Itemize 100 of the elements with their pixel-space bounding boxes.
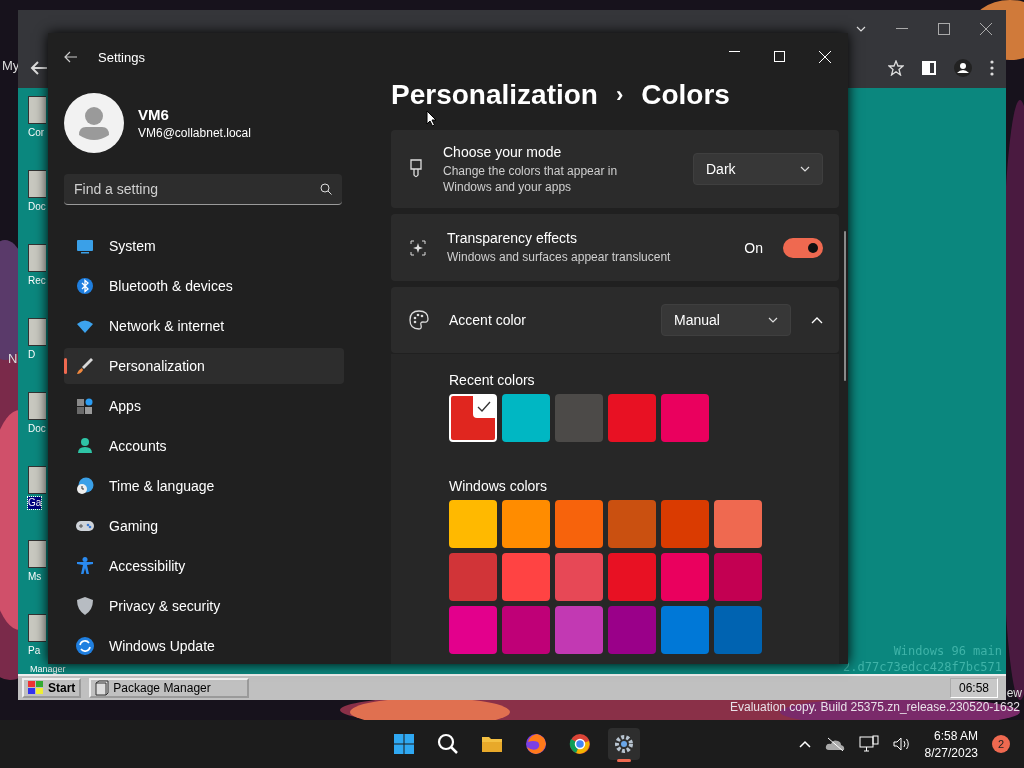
back-arrow-icon[interactable] <box>30 60 48 76</box>
desktop-icon-label[interactable]: Doc <box>28 423 46 435</box>
nav-item[interactable]: Accessibility <box>64 548 344 584</box>
windows-logo-icon <box>28 681 44 695</box>
star-icon[interactable] <box>888 60 904 76</box>
color-swatch[interactable] <box>608 553 656 601</box>
color-swatch[interactable] <box>502 500 550 548</box>
desktop-icon[interactable] <box>28 392 46 420</box>
color-swatch[interactable] <box>714 500 762 548</box>
desktop-icon-label[interactable]: Rec <box>28 275 46 287</box>
taskbar-button[interactable]: Package Manager <box>89 678 250 698</box>
color-swatch[interactable] <box>555 500 603 548</box>
desktop-icon-label[interactable]: Ms <box>28 571 42 583</box>
nav-item[interactable]: Apps <box>64 388 344 424</box>
search-icon <box>436 732 460 756</box>
desktop-icon[interactable] <box>28 466 46 494</box>
person-icon <box>75 436 95 456</box>
color-swatch[interactable] <box>714 606 762 654</box>
card-title: Transparency effects <box>447 230 578 246</box>
browser-icon <box>568 732 592 756</box>
card-title: Choose your mode <box>443 143 563 160</box>
back-arrow-icon[interactable] <box>64 51 78 63</box>
color-swatch[interactable] <box>555 553 603 601</box>
toggle-switch[interactable] <box>783 237 823 258</box>
color-swatch[interactable] <box>555 606 603 654</box>
color-swatch[interactable] <box>661 394 709 442</box>
update-icon <box>75 636 95 656</box>
breadcrumb-separator: › <box>615 82 624 108</box>
window-title: Settings <box>98 49 145 65</box>
color-swatch[interactable] <box>661 606 709 654</box>
page-title: Colors <box>641 81 730 111</box>
card-description: Windows and surfaces appear translucent <box>447 249 672 265</box>
avatar-icon[interactable] <box>64 92 124 153</box>
browser-icon <box>524 732 548 756</box>
desktop-icon-label[interactable]: D <box>28 349 36 361</box>
gear-icon <box>612 732 636 756</box>
desktop-icon[interactable] <box>28 540 46 568</box>
toggle-state: On <box>744 239 763 256</box>
apps-icon <box>75 396 95 416</box>
color-swatch[interactable] <box>449 500 497 548</box>
color-swatch[interactable] <box>608 606 656 654</box>
desktop-icon[interactable] <box>28 244 46 272</box>
color-swatch[interactable] <box>502 553 550 601</box>
color-swatch[interactable] <box>555 394 603 442</box>
nav-item[interactable]: Gaming <box>64 508 344 544</box>
evaluation-text: Evaluation copy. Build 25375.zn_release.230520-1632 <box>730 700 1020 714</box>
nav-item[interactable]: System <box>64 228 344 264</box>
nav-item[interactable]: Accounts <box>64 428 344 464</box>
nav-item[interactable]: Network & internet <box>64 308 344 344</box>
desktop-icon[interactable] <box>28 318 46 346</box>
user-email: VM6@collabnet.local <box>138 125 251 140</box>
nav-item[interactable]: Time & language <box>64 468 344 504</box>
start-button[interactable]: Start <box>22 678 82 698</box>
profile-icon[interactable] <box>954 59 972 77</box>
desktop-icon-label[interactable]: Ga <box>28 497 42 509</box>
color-swatch[interactable] <box>714 553 762 601</box>
desktop-icon-label[interactable]: Pa <box>28 645 41 657</box>
brush-icon <box>409 159 423 179</box>
palette-icon <box>409 310 429 330</box>
chevron-up-icon[interactable] <box>811 316 823 324</box>
taskbar-app-button[interactable] <box>608 728 640 760</box>
clock-date[interactable]: 8/27/2023 <box>924 745 978 760</box>
desktop-icon[interactable] <box>28 170 46 198</box>
desktop-icon[interactable] <box>28 614 46 642</box>
desktop-icon-label[interactable]: Cor <box>28 127 45 139</box>
color-swatch[interactable] <box>608 500 656 548</box>
accessibility-icon <box>75 556 95 576</box>
bluetooth-icon <box>75 276 95 296</box>
color-swatch[interactable] <box>449 606 497 654</box>
desktop-icon-label: N <box>8 351 18 366</box>
desktop-icon-label[interactable]: Doc <box>28 201 46 213</box>
nav-item[interactable]: Personalization <box>64 348 344 384</box>
color-swatch[interactable] <box>661 500 709 548</box>
accent-dropdown[interactable]: Manual <box>661 304 791 336</box>
cloud-off-icon[interactable] <box>824 737 845 751</box>
notification-badge[interactable]: 2 <box>992 735 1010 753</box>
clock-time[interactable]: 6:58 AM <box>933 728 978 743</box>
mode-dropdown[interactable]: Dark <box>693 153 823 185</box>
color-swatch[interactable] <box>661 553 709 601</box>
color-swatch[interactable] <box>449 394 497 442</box>
color-swatch[interactable] <box>608 394 656 442</box>
minimize-icon[interactable] <box>729 51 740 53</box>
volume-icon[interactable] <box>892 737 911 751</box>
sidebar-icon[interactable] <box>922 61 936 75</box>
breadcrumb-link[interactable]: Personalization <box>391 81 598 111</box>
search-field[interactable]: Find a setting <box>64 174 342 205</box>
color-swatch[interactable] <box>502 394 550 442</box>
nav-item[interactable]: Windows Update <box>64 628 344 664</box>
desktop-icon-label[interactable]: Manager <box>30 664 66 674</box>
nav-item[interactable]: Privacy & security <box>64 588 344 624</box>
color-swatch[interactable] <box>502 606 550 654</box>
card-title: Accent color <box>449 312 528 328</box>
color-swatch[interactable] <box>449 553 497 601</box>
nav-item[interactable]: Bluetooth & devices <box>64 268 344 304</box>
chevron-up-icon[interactable] <box>798 740 811 748</box>
network-icon[interactable] <box>858 735 879 753</box>
more-icon[interactable] <box>990 60 994 76</box>
desktop-icon[interactable] <box>28 96 46 124</box>
desktop-text: ew <box>1006 686 1022 700</box>
section-label: Recent colors <box>449 372 536 388</box>
